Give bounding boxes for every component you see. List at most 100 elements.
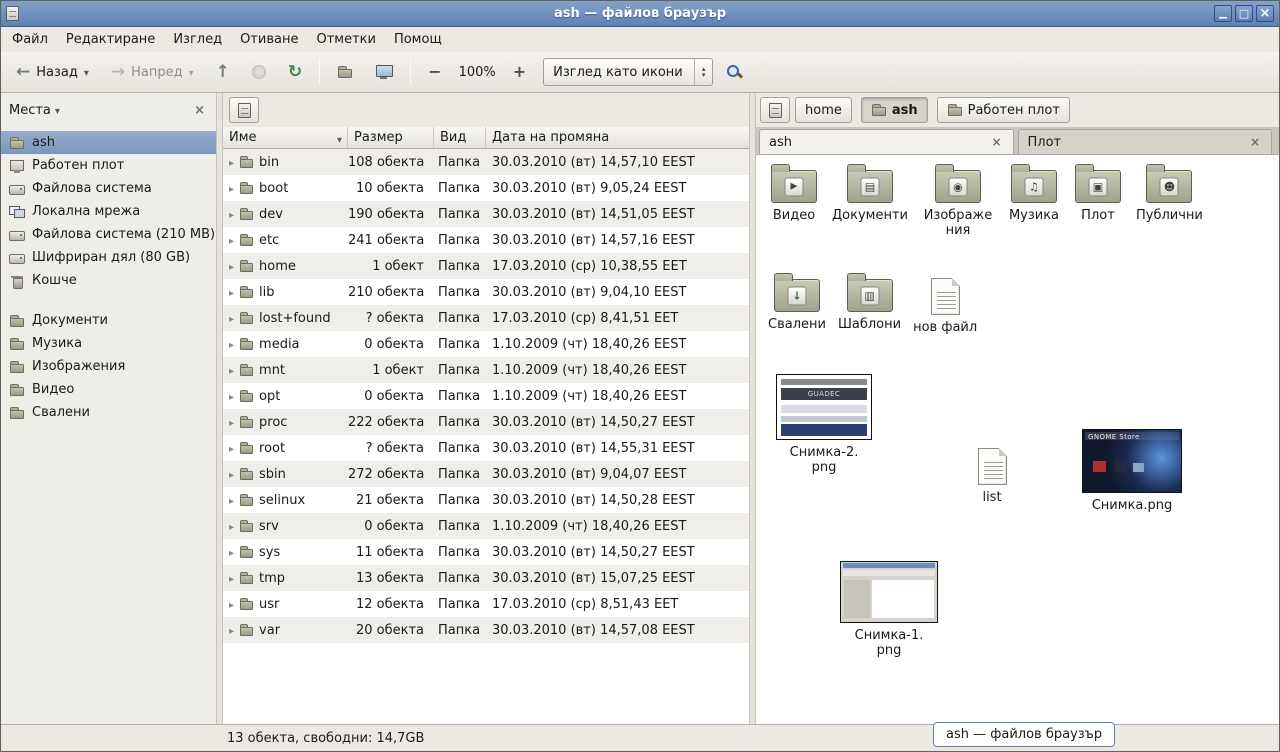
path-ash-button[interactable]: ash (861, 97, 928, 123)
sidebar-mode-dropdown-icon[interactable] (55, 103, 60, 118)
table-row[interactable]: tmp 13 обекта Папка 30.03.2010 (вт) 15,0… (223, 565, 749, 591)
combo-spinner-icon[interactable]: ▴▾ (694, 59, 712, 85)
sidebar-item[interactable]: Изображения (1, 355, 216, 378)
table-row[interactable]: lost+found ? обекта Папка 17.03.2010 (ср… (223, 305, 749, 331)
search-button[interactable] (717, 57, 752, 87)
table-row[interactable]: dev 190 обекта Папка 30.03.2010 (вт) 14,… (223, 201, 749, 227)
sidebar-item[interactable]: Файлова система (1, 177, 216, 200)
sidebar-item[interactable]: Видео (1, 378, 216, 401)
table-row[interactable]: sys 11 обекта Папка 30.03.2010 (вт) 14,5… (223, 539, 749, 565)
tab-desktop[interactable]: Плот (1018, 129, 1273, 154)
icon-view-item[interactable]: GUADEC Снимка-2.png (768, 374, 880, 475)
window-list-button[interactable]: ash — файлов браузър (933, 722, 1115, 747)
pane-splitter[interactable] (749, 93, 756, 724)
table-row[interactable]: root ? обекта Папка 30.03.2010 (вт) 14,5… (223, 435, 749, 461)
expander-icon[interactable] (229, 285, 234, 300)
sidebar-item[interactable]: ash (1, 131, 216, 154)
menu-help[interactable]: Помощ (385, 29, 451, 50)
back-history-dropdown-icon[interactable] (84, 66, 89, 79)
icon-view-item[interactable]: Публични (1130, 163, 1209, 223)
expander-icon[interactable] (229, 519, 234, 534)
column-header-date[interactable]: Дата на промяна (486, 127, 749, 148)
expander-icon[interactable] (229, 363, 234, 378)
table-row[interactable]: bin 108 обекта Папка 30.03.2010 (вт) 14,… (223, 149, 749, 175)
tab-close-icon[interactable] (1248, 135, 1262, 149)
table-row[interactable]: boot 10 обекта Папка 30.03.2010 (вт) 9,0… (223, 175, 749, 201)
expander-icon[interactable] (229, 493, 234, 508)
sidebar-item[interactable]: Кошче (1, 269, 216, 292)
title-bar[interactable]: ash — файлов браузър (1, 1, 1279, 27)
sidebar-item[interactable]: Свалени (1, 401, 216, 424)
expander-icon[interactable] (229, 207, 234, 222)
icon-view-item[interactable]: Свалени (762, 272, 832, 332)
table-row[interactable]: selinux 21 обекта Папка 30.03.2010 (вт) … (223, 487, 749, 513)
zoom-level[interactable]: 100% (455, 65, 500, 80)
icon-view-item[interactable]: Музика (1002, 163, 1066, 223)
expander-icon[interactable] (229, 415, 234, 430)
icon-view-item[interactable]: Видео (762, 163, 826, 223)
table-row[interactable]: proc 222 обекта Папка 30.03.2010 (вт) 14… (223, 409, 749, 435)
expander-icon[interactable] (229, 155, 234, 170)
computer-button[interactable] (366, 57, 402, 87)
expander-icon[interactable] (229, 337, 234, 352)
table-row[interactable]: etc 241 обекта Папка 30.03.2010 (вт) 14,… (223, 227, 749, 253)
close-button[interactable] (1256, 5, 1274, 22)
tab-close-icon[interactable] (989, 135, 1003, 149)
expander-icon[interactable] (229, 623, 234, 638)
menu-go[interactable]: Отиване (231, 29, 307, 50)
table-row[interactable]: var 20 обекта Папка 30.03.2010 (вт) 14,5… (223, 617, 749, 643)
icon-view-item[interactable]: list (960, 442, 1024, 505)
maximize-button[interactable] (1235, 5, 1253, 22)
up-button[interactable] (207, 57, 239, 87)
table-row[interactable]: opt 0 обекта Папка 1.10.2009 (чт) 18,40,… (223, 383, 749, 409)
back-button[interactable]: Назад (7, 57, 98, 87)
icon-view-item[interactable]: GNOME Store Снимка.png (1074, 429, 1190, 513)
sidebar-item[interactable]: Работен плот (1, 154, 216, 177)
column-header-type[interactable]: Вид (434, 127, 486, 148)
menu-edit[interactable]: Редактиране (57, 29, 164, 50)
reload-button[interactable] (279, 57, 311, 87)
sidebar-close-icon[interactable] (191, 103, 208, 118)
icon-view-item[interactable]: нов файл (907, 272, 983, 335)
table-row[interactable]: srv 0 обекта Папка 1.10.2009 (чт) 18,40,… (223, 513, 749, 539)
path-desktop-button[interactable]: Работен плот (937, 97, 1070, 123)
table-row[interactable]: home 1 обект Папка 17.03.2010 (ср) 10,38… (223, 253, 749, 279)
home-button[interactable] (328, 57, 362, 87)
expander-icon[interactable] (229, 467, 234, 482)
forward-button[interactable]: Напред (102, 57, 203, 87)
zoom-out-button[interactable] (419, 57, 450, 87)
column-header-size[interactable]: Размер (348, 127, 434, 148)
table-row[interactable]: usr 12 обекта Папка 17.03.2010 (ср) 8,51… (223, 591, 749, 617)
expander-icon[interactable] (229, 181, 234, 196)
icon-view-item[interactable]: Снимка-1.png (830, 561, 948, 658)
table-row[interactable]: lib 210 обекта Папка 30.03.2010 (вт) 9,0… (223, 279, 749, 305)
expander-icon[interactable] (229, 545, 234, 560)
menu-bookmarks[interactable]: Отметки (307, 29, 384, 50)
icon-canvas[interactable]: Видео Документи Изображения Музика Плот … (756, 155, 1279, 724)
expander-icon[interactable] (229, 311, 234, 326)
sidebar-item[interactable]: Музика (1, 332, 216, 355)
stop-button[interactable] (243, 57, 275, 87)
sidebar-item[interactable]: Документи (1, 309, 216, 332)
table-row[interactable]: mnt 1 обект Папка 1.10.2009 (чт) 18,40,2… (223, 357, 749, 383)
filesystem-root-button[interactable] (229, 97, 259, 123)
sidebar-item[interactable]: Шифриран дял (80 GB) (1, 246, 216, 269)
icon-view-item[interactable]: Документи (826, 163, 914, 223)
zoom-in-button[interactable] (504, 57, 535, 87)
path-filesystem-button[interactable] (760, 97, 790, 123)
sidebar-title[interactable]: Места (9, 103, 51, 118)
sidebar-item[interactable]: Файлова система (210 MB) (1, 223, 216, 246)
expander-icon[interactable] (229, 597, 234, 612)
column-header-name[interactable]: Име (223, 127, 348, 148)
minimize-button[interactable] (1214, 5, 1232, 22)
expander-icon[interactable] (229, 259, 234, 274)
tab-ash[interactable]: ash (759, 129, 1014, 154)
view-mode-select[interactable]: Изглед като икони ▴▾ (543, 58, 713, 86)
expander-icon[interactable] (229, 233, 234, 248)
icon-view-item[interactable]: Плот (1066, 163, 1130, 223)
menu-file[interactable]: Файл (3, 29, 57, 50)
expander-icon[interactable] (229, 389, 234, 404)
expander-icon[interactable] (229, 441, 234, 456)
table-row[interactable]: sbin 272 обекта Папка 30.03.2010 (вт) 9,… (223, 461, 749, 487)
sidebar-splitter[interactable] (216, 93, 223, 724)
